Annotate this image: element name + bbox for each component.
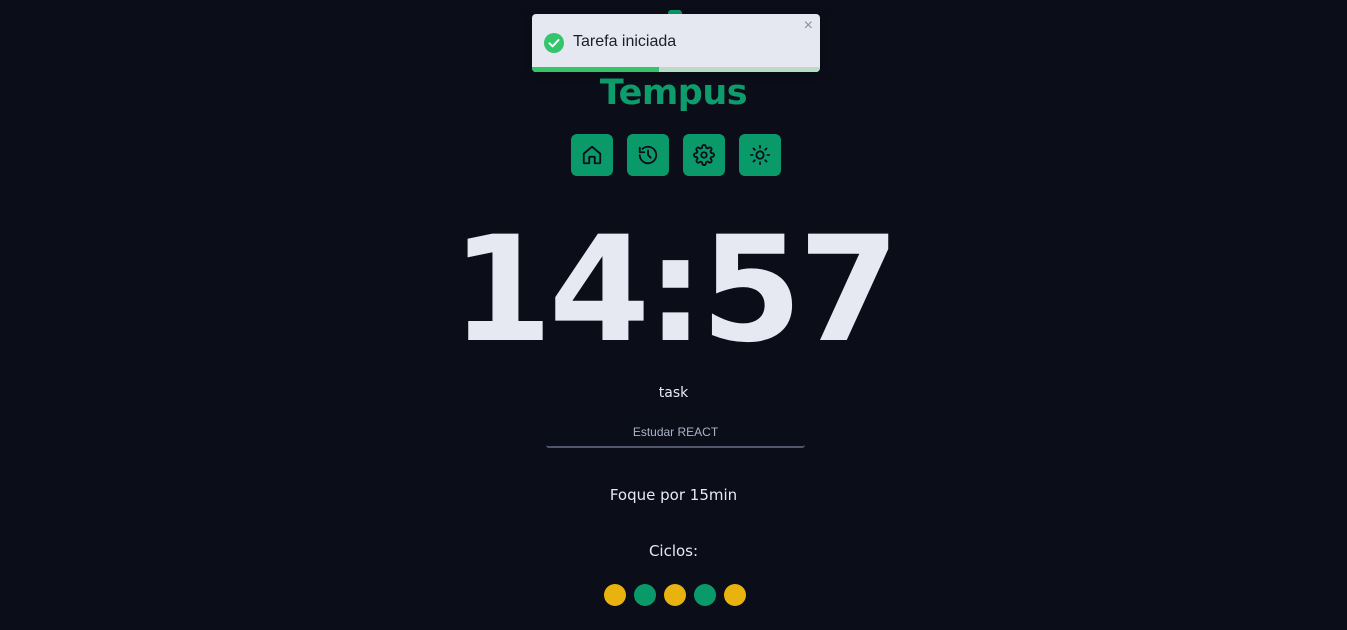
cycle-dot-short-break <box>634 584 656 606</box>
nav-home-button[interactable] <box>571 134 613 176</box>
check-circle-icon <box>544 33 564 53</box>
cycle-dot-work <box>724 584 746 606</box>
cycles-label: Ciclos: <box>648 542 699 560</box>
gear-icon <box>693 144 715 166</box>
nav-settings-button[interactable] <box>683 134 725 176</box>
cycles-indicator <box>604 584 746 606</box>
toast-notification[interactable]: Tarefa iniciada × <box>532 14 820 72</box>
cycle-dot-short-break <box>694 584 716 606</box>
countdown-timer: 14:57 <box>451 205 900 375</box>
cycle-dot-work <box>604 584 626 606</box>
home-icon <box>582 145 602 165</box>
task-label: task <box>658 385 689 401</box>
sun-icon <box>749 144 771 166</box>
history-icon <box>638 145 658 165</box>
nav-theme-toggle-button[interactable] <box>739 134 781 176</box>
toast-message: Tarefa iniciada <box>573 33 677 50</box>
toast-progress-track <box>532 67 820 72</box>
app-root: Tempus 14:57 task Estudar REACT Foque po… <box>0 0 1347 630</box>
cycle-dot-work <box>664 584 686 606</box>
task-input[interactable] <box>546 418 805 448</box>
focus-duration-text: Foque por 15min <box>609 486 738 504</box>
app-title: Tempus <box>599 73 748 113</box>
nav-history-button[interactable] <box>627 134 669 176</box>
main-nav <box>571 134 781 176</box>
toast-close-button[interactable]: × <box>804 18 813 34</box>
toast-progress-bar <box>532 67 659 72</box>
